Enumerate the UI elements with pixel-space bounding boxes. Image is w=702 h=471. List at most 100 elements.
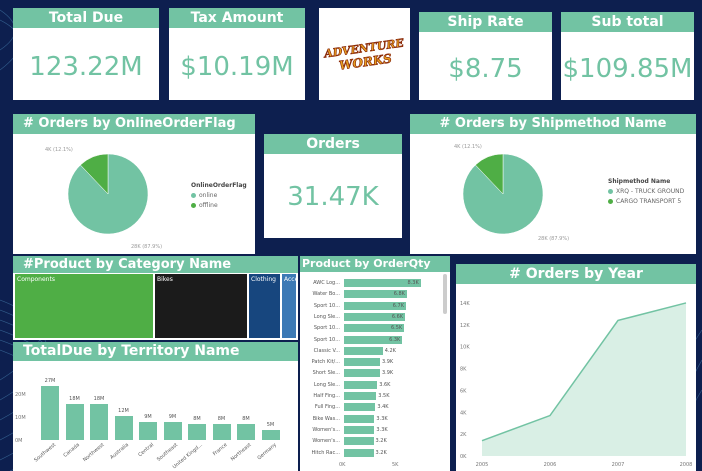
orders-year-ytick: 0K: [460, 454, 467, 460]
logo-card: ADVENTURE WORKS: [319, 8, 410, 100]
orders-value: 31.47K: [287, 182, 379, 212]
legend-item-cargo-transport[interactable]: CARGO TRANSPORT 5: [608, 198, 684, 205]
legend-item-truck-ground[interactable]: XRQ - TRUCK GROUND: [608, 188, 684, 195]
orderqty-category-label: Long Sle...: [313, 381, 340, 388]
territory-category-label: Northwest: [82, 442, 106, 464]
legend-dot: [191, 193, 196, 198]
ship-rate-card: Ship Rate $8.75: [419, 12, 552, 100]
orderqty-value-label: 3.9K: [381, 370, 394, 377]
territory-bar[interactable]: [188, 424, 206, 440]
shipmethod-legend-title: Shipmethod Name: [608, 178, 671, 185]
orders-year-ytick: 14K: [460, 301, 470, 307]
orderqty-category-label: Short Sle...: [312, 370, 340, 377]
online-flag-big-label: 28K (87.9%): [131, 244, 163, 250]
orderqty-bar[interactable]: [344, 403, 376, 412]
orderqty-bar[interactable]: [344, 425, 375, 434]
territory-category-label: Germany: [255, 442, 278, 462]
territory-bar[interactable]: [261, 430, 280, 440]
treemap-cell-components[interactable]: Components: [15, 274, 153, 338]
legend-label: CARGO TRANSPORT 5: [616, 198, 682, 205]
orderqty-bar[interactable]: [344, 437, 374, 446]
legend-label: offline: [199, 202, 218, 209]
ship-rate-title: Ship Rate: [419, 12, 552, 32]
territory-bar[interactable]: [90, 404, 108, 440]
orders-year-ytick: 2K: [460, 432, 467, 438]
orders-year-title: # Orders by Year: [456, 264, 696, 284]
territory-value-label: 5M: [266, 422, 275, 428]
legend-dot: [608, 199, 613, 204]
territory-bar[interactable]: [41, 386, 59, 440]
orders-year-card: # Orders by Year 14K 12K 10K 8K 6K 4K 2K 0K 2005…: [456, 264, 696, 471]
territory-bar[interactable]: [163, 422, 182, 440]
orderqty-value-label: 3.9K: [381, 359, 394, 366]
orderqty-value-label: 8.3K: [407, 280, 419, 286]
orders-year-xtick: 2006: [544, 462, 557, 468]
shipmethod-small-label: 4K (12.1%): [454, 144, 482, 150]
orderqty-bar[interactable]: [344, 358, 380, 367]
legend-dot: [191, 203, 196, 208]
territory-bars: 27M Southwest 18M Canada 18M Northwest 12M Aust…: [13, 342, 298, 471]
orderqty-value-label: 6.3K: [389, 336, 401, 343]
orderqty-bar[interactable]: [344, 346, 383, 355]
tax-amount-value: $10.19M: [180, 52, 294, 82]
online-flag-title: # Orders by OnlineOrderFlag: [13, 114, 255, 134]
legend-dot: [608, 189, 613, 194]
category-card: #Product by Category Name Components Bik…: [13, 256, 298, 340]
orderqty-bar[interactable]: [344, 448, 374, 457]
treemap-cell-clothing[interactable]: Clothing: [249, 274, 280, 338]
orderqty-value-label: 3.6K: [379, 381, 391, 388]
legend-item-online[interactable]: online: [191, 192, 247, 199]
territory-category-label: Southeast: [156, 442, 180, 463]
orderqty-bar[interactable]: [344, 414, 375, 423]
orderqty-bar[interactable]: [344, 380, 378, 389]
orderqty-category-label: Water Bo...: [312, 291, 340, 298]
orderqty-card: Product by OrderQty AWC Log... 8.3K Water …: [300, 256, 450, 471]
orderqty-value-label: 3.3K: [376, 426, 388, 433]
orders-year-xtick: 2007: [612, 462, 625, 468]
orderqty-xtick-0k: 0K: [339, 462, 346, 468]
territory-bar[interactable]: [139, 422, 157, 440]
online-flag-legend: OnlineOrderFlag online offline: [191, 182, 247, 209]
total-due-value: 123.22M: [29, 52, 143, 82]
orders-year-ytick: 12K: [460, 323, 470, 329]
territory-category-label: Australia: [109, 442, 131, 461]
territory-bar[interactable]: [212, 424, 231, 440]
shipmethod-big-label: 28K (87.9%): [538, 236, 570, 242]
sub-total-value: $109.85M: [562, 54, 693, 84]
orderqty-category-label: Patch Kit/...: [311, 359, 340, 366]
orderqty-bars: AWC Log... 8.3K Water Bo... 6.8K Sport 10...…: [300, 256, 450, 471]
orderqty-value-label: 6.8K: [393, 291, 405, 298]
territory-value-label: 18M: [93, 396, 105, 402]
sub-total-card: Sub total $109.85M: [561, 12, 694, 100]
orderqty-value-label: 6.6K: [391, 313, 404, 320]
legend-label: online: [199, 192, 218, 199]
category-title: #Product by Category Name: [13, 256, 298, 273]
territory-category-label: Southwest: [32, 442, 57, 464]
territory-bar[interactable]: [114, 416, 133, 440]
orderqty-category-label: Half Fing...: [313, 393, 340, 399]
territory-bar[interactable]: [65, 404, 84, 440]
tax-amount-title: Tax Amount: [169, 8, 305, 28]
orderqty-bar[interactable]: [344, 369, 380, 378]
total-due-title: Total Due: [13, 8, 159, 28]
legend-item-offline[interactable]: offline: [191, 202, 247, 209]
shipmethod-card: # Orders by Shipmethod Name 4K (12.1%) 2…: [410, 114, 696, 254]
orders-year-ytick: 4K: [460, 410, 467, 416]
treemap-cell-accessories[interactable]: Acce...: [282, 274, 296, 338]
orderqty-category-label: Bike Was...: [312, 415, 340, 422]
orderqty-category-label: Long Sle...: [313, 313, 340, 320]
orderqty-xtick-5k: 5K: [392, 462, 399, 468]
territory-category-label: Canada: [62, 442, 82, 459]
shipmethod-legend: Shipmethod Name XRQ - TRUCK GROUND CARGO…: [608, 178, 684, 205]
orderqty-category-label: Full Fing...: [314, 404, 340, 411]
orderqty-bar[interactable]: [344, 392, 377, 400]
treemap-cell-bikes[interactable]: Bikes: [155, 274, 247, 338]
orderqty-value-label: 3.2K: [375, 438, 387, 445]
orders-year-ytick: 10K: [460, 345, 470, 351]
orderqty-value-label: 3.5K: [378, 393, 390, 399]
orders-year-xtick: 2005: [476, 462, 489, 468]
orders-title: Orders: [264, 134, 402, 154]
territory-bar[interactable]: [237, 424, 255, 440]
territory-value-label: 27M: [44, 378, 56, 384]
total-due-card: Total Due 123.22M: [13, 8, 159, 100]
